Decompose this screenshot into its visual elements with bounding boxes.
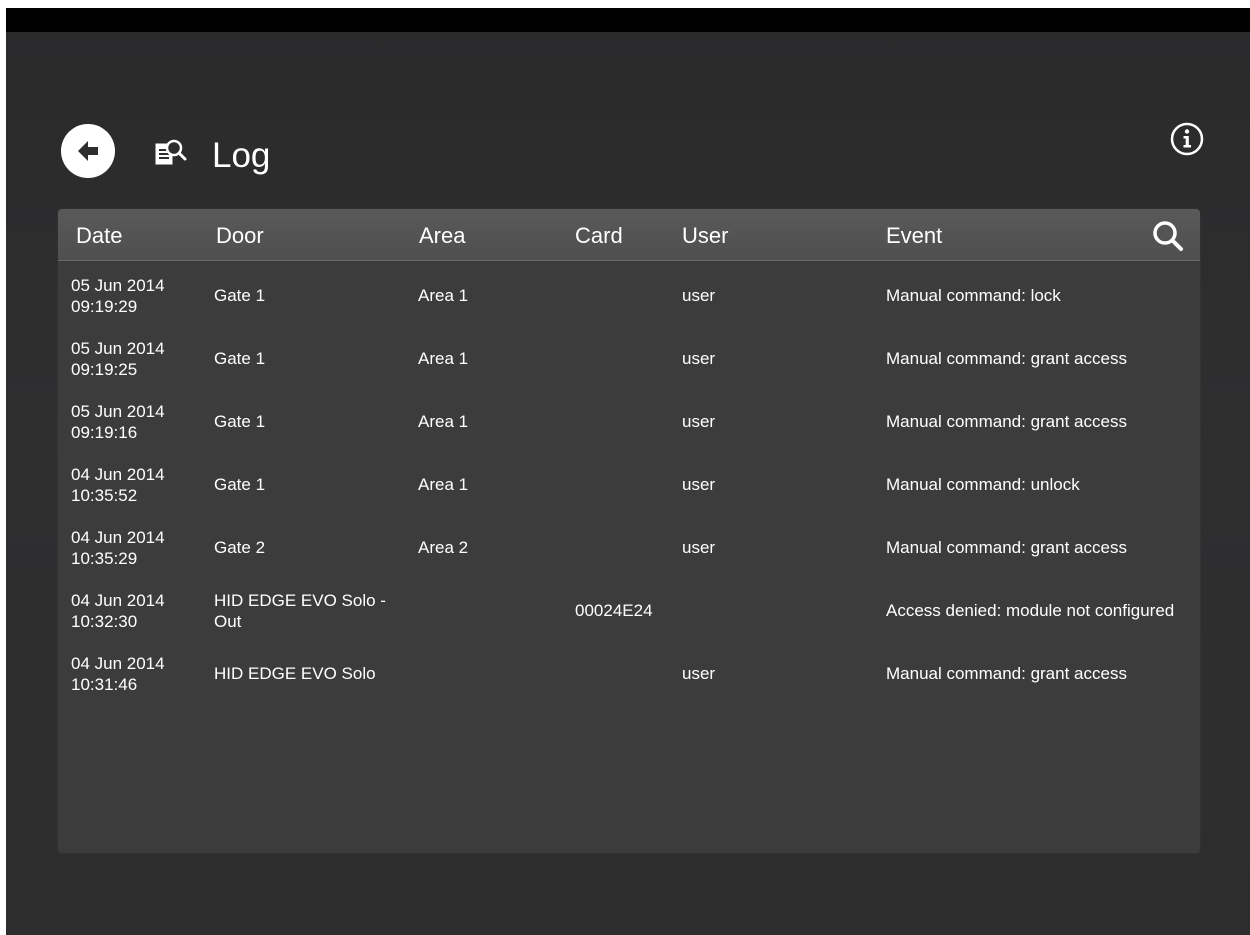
event-cell: Access denied: module not configured (886, 601, 1175, 620)
date-cell: 04 Jun 2014 10:35:52 (71, 464, 165, 505)
date-cell: 05 Jun 2014 09:19:25 (71, 338, 165, 379)
search-icon[interactable] (1150, 218, 1186, 254)
user-cell (682, 579, 832, 642)
event-cell: Manual command: grant access (886, 349, 1127, 368)
area-cell: Area 1 (418, 286, 469, 305)
column-header-date[interactable]: Date (76, 223, 122, 249)
table-row[interactable]: 05 Jun 2014 09:19:16 Gate 1 Area 1 user … (58, 390, 1200, 453)
back-arrow-icon (78, 141, 98, 161)
card-cell (575, 327, 685, 390)
info-icon[interactable] (1169, 121, 1205, 157)
table-row[interactable]: 04 Jun 2014 10:31:46 HID EDGE EVO Solo u… (58, 642, 1200, 705)
door-cell: Gate 1 (214, 349, 266, 368)
user-cell: user (682, 664, 716, 683)
log-search-icon (155, 139, 187, 165)
card-cell (575, 516, 685, 579)
column-header-event[interactable]: Event (886, 223, 942, 249)
date-cell: 04 Jun 2014 10:31:46 (71, 653, 165, 694)
log-table: Date Door Area Card User Event 05 Jun 20… (58, 209, 1200, 853)
page-title: Log (212, 136, 271, 175)
user-cell: user (682, 538, 716, 557)
column-header-user[interactable]: User (682, 223, 728, 249)
door-cell: HID EDGE EVO Solo (214, 664, 376, 683)
area-cell: Area 1 (418, 349, 469, 368)
table-header: Date Door Area Card User Event (58, 209, 1200, 261)
area-cell: Area 1 (418, 412, 469, 431)
date-cell: 04 Jun 2014 10:35:29 (71, 527, 165, 568)
date-cell: 05 Jun 2014 09:19:16 (71, 401, 165, 442)
event-cell: Manual command: lock (886, 286, 1061, 305)
card-cell: 00024E24 (575, 601, 653, 620)
table-row[interactable]: 05 Jun 2014 09:19:29 Gate 1 Area 1 user … (58, 264, 1200, 327)
app-screen: Log Date Door Area Card User Event 05 Ju… (6, 8, 1250, 935)
event-cell: Manual command: unlock (886, 475, 1080, 494)
area-cell (418, 579, 538, 642)
user-cell: user (682, 286, 716, 305)
column-header-door[interactable]: Door (216, 223, 264, 249)
user-cell: user (682, 349, 716, 368)
date-cell: 04 Jun 2014 10:32:30 (71, 590, 165, 631)
card-cell (575, 642, 685, 705)
area-cell: Area 2 (418, 538, 469, 557)
date-cell: 05 Jun 2014 09:19:29 (71, 275, 165, 316)
table-row[interactable]: 04 Jun 2014 10:32:30 HID EDGE EVO Solo -… (58, 579, 1200, 642)
card-cell (575, 264, 685, 327)
door-cell: Gate 1 (214, 412, 266, 431)
card-cell (575, 453, 685, 516)
back-button[interactable] (61, 124, 115, 178)
event-cell: Manual command: grant access (886, 664, 1127, 683)
table-row[interactable]: 04 Jun 2014 10:35:29 Gate 2 Area 2 user … (58, 516, 1200, 579)
door-cell: HID EDGE EVO Solo - Out (214, 590, 386, 631)
event-cell: Manual command: grant access (886, 538, 1127, 557)
column-header-area[interactable]: Area (419, 223, 465, 249)
event-cell: Manual command: grant access (886, 412, 1127, 431)
column-header-card[interactable]: Card (575, 223, 623, 249)
door-cell: Gate 1 (214, 475, 266, 494)
table-row[interactable]: 05 Jun 2014 09:19:25 Gate 1 Area 1 user … (58, 327, 1200, 390)
door-cell: Gate 1 (214, 286, 266, 305)
area-cell (418, 642, 538, 705)
user-cell: user (682, 475, 716, 494)
area-cell: Area 1 (418, 475, 469, 494)
top-bar (6, 8, 1250, 32)
door-cell: Gate 2 (214, 538, 266, 557)
user-cell: user (682, 412, 716, 431)
card-cell (575, 390, 685, 453)
table-row[interactable]: 04 Jun 2014 10:35:52 Gate 1 Area 1 user … (58, 453, 1200, 516)
